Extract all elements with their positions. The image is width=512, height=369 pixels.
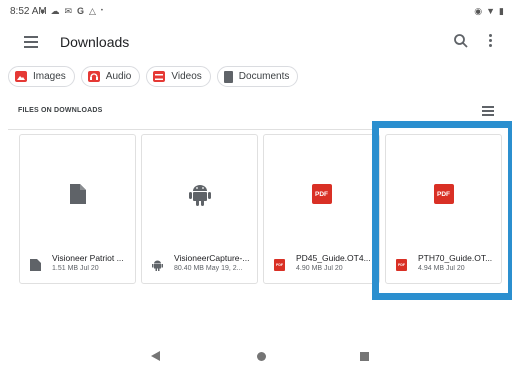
drive-icon: △ — [89, 6, 96, 16]
file-card-selected[interactable]: PDF PDF PTH70_Guide.OT... 4.94 MB Jul 20 — [385, 134, 502, 284]
chip-documents-label: Documents — [238, 71, 290, 82]
file-name: PD45_Guide.OT4... — [296, 253, 371, 263]
chip-audio-label: Audio — [105, 71, 132, 82]
chip-videos-label: Videos — [171, 71, 202, 82]
file-name: VisioneerCapture-... — [174, 253, 250, 263]
search-icon[interactable] — [453, 33, 469, 49]
file-meta: 80.40 MB May 19, 2... — [174, 265, 243, 272]
home-icon[interactable] — [257, 352, 266, 361]
section-label: FILES ON DOWNLOADS — [18, 107, 103, 114]
file-card[interactable]: VisioneerCapture-... 80.40 MB May 19, 2.… — [141, 134, 258, 284]
pdf-icon: PDF — [274, 259, 285, 271]
status-bar: 8:52 AM ● ☁ ✉ G △ • ◉ ▼ ▮ — [0, 0, 512, 24]
section-header: FILES ON DOWNLOADS — [18, 102, 494, 122]
divider — [8, 129, 372, 130]
chip-videos[interactable]: Videos — [146, 66, 211, 87]
chip-images[interactable]: Images — [8, 66, 75, 87]
android-icon — [188, 185, 211, 206]
wifi-icon: ▼ — [486, 6, 496, 16]
video-icon — [153, 71, 166, 82]
status-notification-icons: ● ☁ ✉ G △ • — [40, 5, 103, 17]
pdf-icon: PDF — [311, 184, 332, 204]
status-system-icons: ◉ ▼ ▮ — [474, 5, 504, 17]
notification-dot-icon: ● — [40, 6, 46, 16]
more-notifications-dot-icon: • — [100, 8, 104, 14]
system-nav-bar — [0, 346, 512, 369]
document-icon — [69, 184, 86, 204]
file-name: PTH70_Guide.OT... — [418, 253, 493, 263]
cloud-icon: ☁ — [50, 6, 60, 16]
recents-icon[interactable] — [360, 352, 369, 361]
file-thumbnail: PDF — [386, 135, 501, 253]
file-meta: 4.90 MB Jul 20 — [296, 265, 343, 272]
hamburger-menu-icon[interactable] — [24, 36, 38, 48]
chip-images-label: Images — [33, 71, 66, 82]
pdf-icon: PDF — [433, 184, 454, 204]
page-title: Downloads — [60, 34, 130, 50]
file-card[interactable]: PDF PDF PD45_Guide.OT4... 4.90 MB Jul 20 — [263, 134, 380, 284]
chat-icon: ✉ — [64, 6, 72, 16]
file-card[interactable]: Visioneer Patriot ... 1.51 MB Jul 20 — [19, 134, 136, 284]
file-name: Visioneer Patriot ... — [52, 253, 124, 263]
android-icon — [152, 260, 163, 271]
file-info: PDF PTH70_Guide.OT... 4.94 MB Jul 20 — [396, 253, 495, 277]
chip-documents[interactable]: Documents — [216, 66, 299, 87]
app-bar: Downloads — [0, 24, 512, 60]
chip-audio[interactable]: Audio — [80, 66, 141, 87]
back-icon[interactable] — [151, 351, 160, 361]
image-icon — [15, 71, 27, 82]
vibrate-icon: ◉ — [474, 6, 483, 16]
google-icon: G — [76, 6, 84, 16]
file-meta: 4.94 MB Jul 20 — [418, 265, 465, 272]
more-options-icon[interactable] — [484, 34, 496, 50]
file-info: Visioneer Patriot ... 1.51 MB Jul 20 — [30, 253, 129, 277]
document-icon — [223, 70, 233, 83]
file-info: VisioneerCapture-... 80.40 MB May 19, 2.… — [152, 253, 251, 277]
document-icon — [30, 259, 41, 271]
category-chips: Images Audio Videos Documents — [8, 66, 299, 87]
file-thumbnail — [142, 135, 257, 253]
file-thumbnail — [20, 135, 135, 253]
battery-icon: ▮ — [499, 6, 504, 16]
list-view-toggle-icon[interactable] — [482, 106, 494, 116]
pdf-icon: PDF — [396, 259, 407, 271]
headphones-icon — [87, 71, 100, 82]
file-info: PDF PD45_Guide.OT4... 4.90 MB Jul 20 — [274, 253, 373, 277]
file-thumbnail: PDF — [264, 135, 379, 253]
file-meta: 1.51 MB Jul 20 — [52, 265, 99, 272]
